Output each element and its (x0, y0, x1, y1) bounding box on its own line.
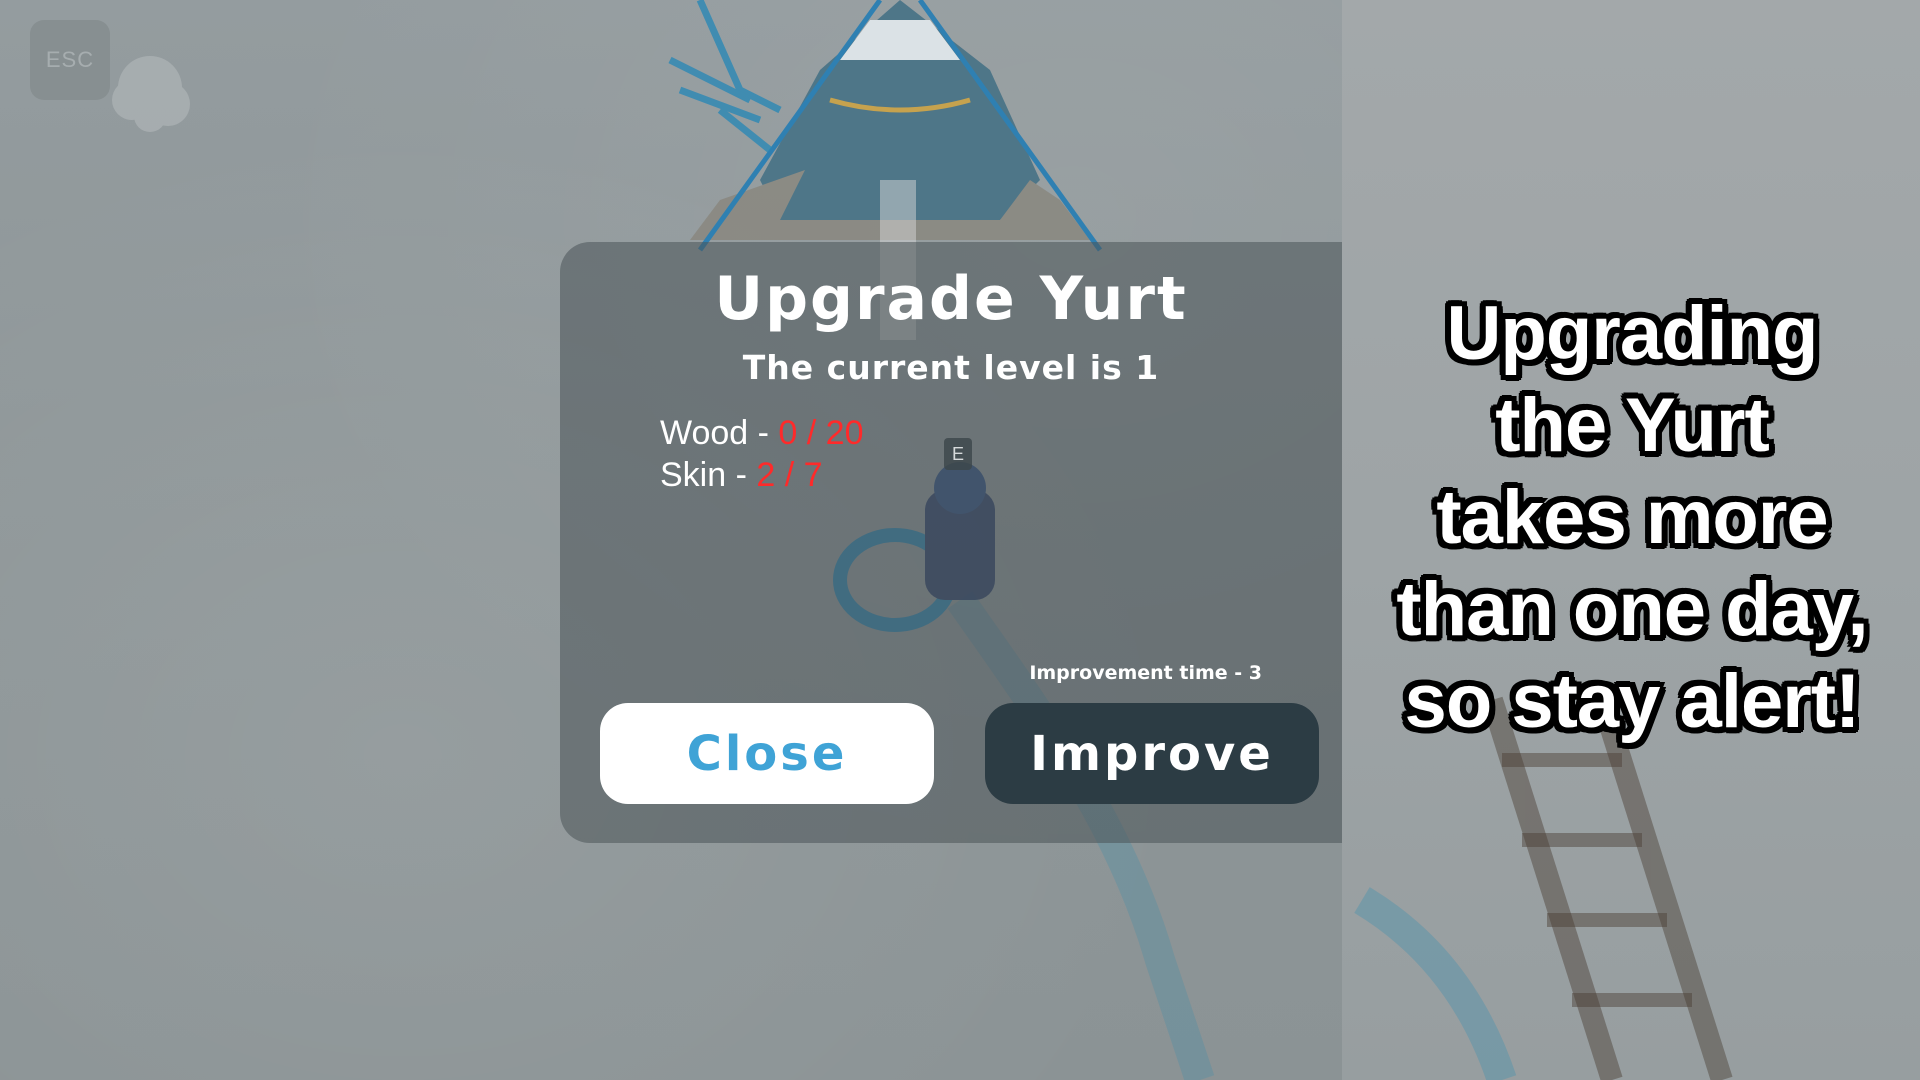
requirement-label: Wood - (660, 414, 779, 452)
blue-branches (668, 0, 782, 153)
esc-button[interactable]: ESC (30, 20, 110, 100)
cloud-icon[interactable] (106, 46, 196, 136)
promo-caption: Upgrading the Yurt takes more than one d… (1362, 288, 1902, 748)
close-button[interactable]: Close (600, 703, 934, 804)
interact-key-hint: E (944, 438, 972, 470)
requirement-wood: Wood - 0 / 20 (660, 414, 864, 453)
caption-line: the Yurt (1495, 383, 1770, 468)
caption-line: takes more (1436, 475, 1828, 560)
dialog-title: Upgrade Yurt (714, 264, 1188, 334)
esc-label: ESC (45, 47, 95, 72)
caption-line: than one day, (1396, 567, 1868, 652)
improve-button[interactable]: Improve (985, 703, 1319, 804)
caption-line: Upgrading (1446, 291, 1819, 376)
improvement-time: Improvement time - 3 (1029, 662, 1262, 684)
requirement-skin: Skin - 2 / 7 (660, 456, 823, 495)
game-scene: ESC Upgrade Yurt The current level is 1 … (0, 0, 1342, 1080)
requirement-value: 2 / 7 (756, 456, 823, 494)
requirement-label: Skin - (660, 456, 757, 494)
caption-line: so stay alert! (1404, 659, 1861, 744)
upgrade-dialog: Upgrade Yurt The current level is 1 Wood… (560, 242, 1342, 843)
requirement-value: 0 / 20 (778, 414, 864, 452)
dialog-subtitle: The current level is 1 (742, 348, 1160, 387)
